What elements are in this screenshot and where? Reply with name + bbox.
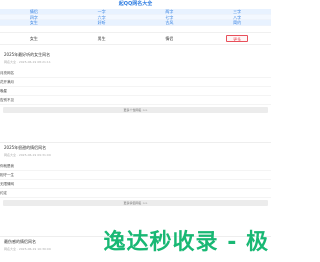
more-button[interactable]: 更多个性网名 >> [3, 107, 268, 113]
article-card: 2025年很甜的情侣网名 网名大全 · 2025-06-19 09:31:09 … [0, 142, 271, 206]
gender-tabs: 女生 男生 情侣 更多 [0, 31, 271, 45]
more-button[interactable]: 更多情侣网名 >> [3, 200, 268, 206]
category-link[interactable]: 好听 [67, 20, 136, 26]
article-title[interactable]: 2025年很甜的情侣网名 [0, 145, 271, 151]
list-item[interactable]: 晚星 [0, 87, 271, 96]
list-item[interactable]: 月亮网名 [0, 69, 271, 78]
tab-female[interactable]: 女生 [23, 35, 45, 42]
category-link[interactable]: 简约 [203, 20, 271, 26]
list-item[interactable]: 花开满月 [0, 78, 271, 87]
article-card: 2025年最好听的女生网名 网名大全 · 2025-06-19 08:21:11… [0, 52, 271, 113]
category-grid: 情侣 一字 两字 三字 四字 六字 七字 八字 女生 好听 古风 简约 [0, 9, 271, 26]
list-item[interactable]: 你就是我 [0, 162, 271, 171]
tab-couple[interactable]: 情侣 [158, 35, 180, 42]
watermark-text: 逸达秒收录 - 极 [103, 230, 269, 255]
article-title[interactable]: 2025年最好听的女生网名 [0, 52, 271, 58]
divider [0, 142, 271, 143]
list-item[interactable]: 告别不见 [0, 96, 271, 105]
tab-more[interactable]: 更多 [226, 34, 249, 42]
site-title: 起QQ网名大全 [118, 1, 153, 7]
category-link[interactable]: 女生 [0, 20, 68, 26]
list-item[interactable]: 相守一生 [0, 171, 271, 180]
tab-male[interactable]: 男生 [91, 35, 113, 42]
list-item[interactable]: 约定 [0, 189, 271, 198]
category-link[interactable]: 古风 [135, 20, 204, 26]
list-item[interactable]: 无限情网 [0, 180, 271, 189]
